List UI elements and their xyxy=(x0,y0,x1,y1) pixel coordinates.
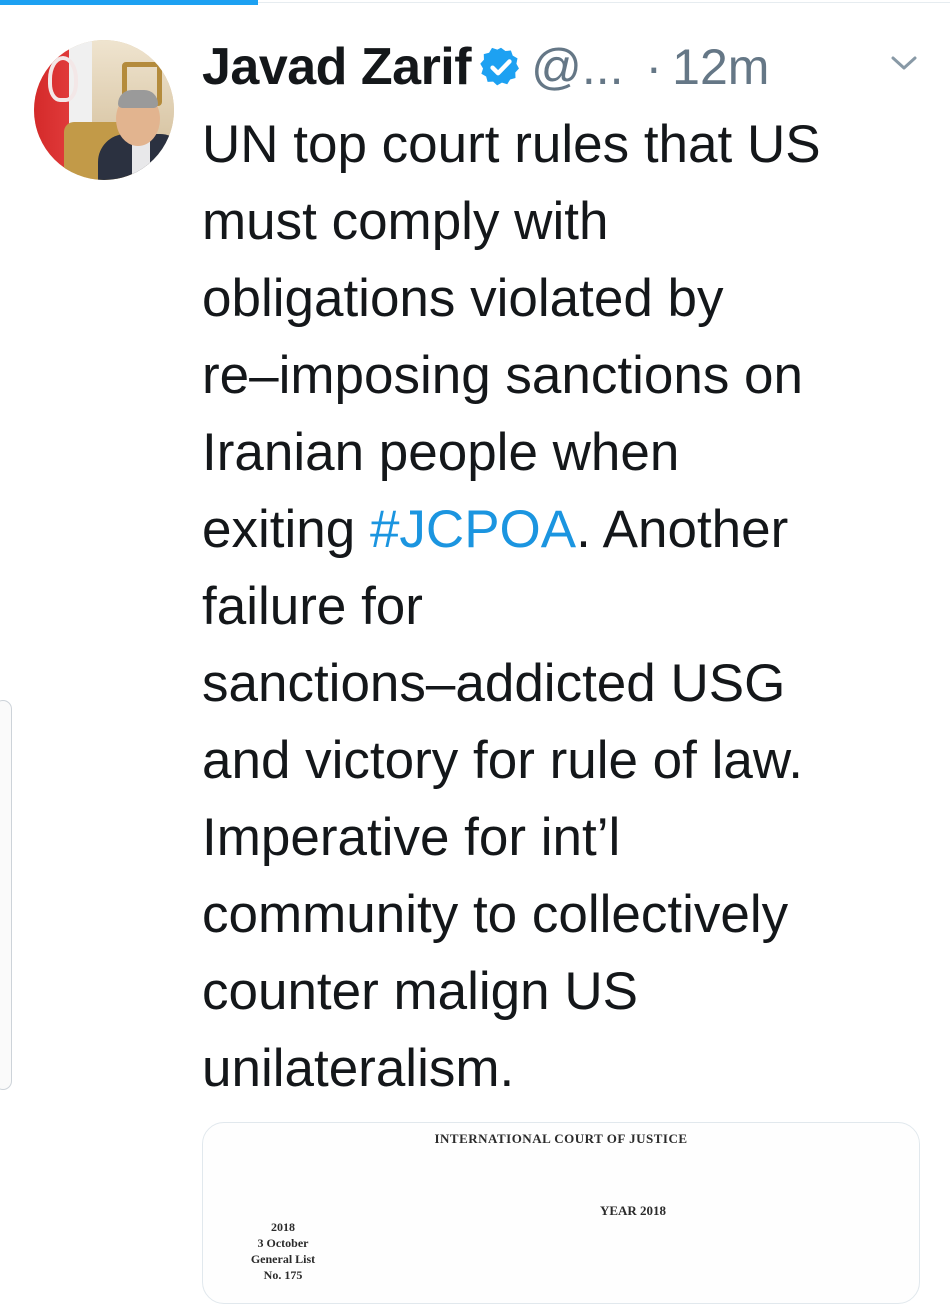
hashtag-link[interactable]: #JCPOA xyxy=(370,500,576,559)
tweet-text-line: failure for xyxy=(202,577,423,636)
author-handle[interactable]: @... xyxy=(531,38,623,96)
tweet-text-segment: exiting xyxy=(202,500,370,559)
verified-badge-icon xyxy=(479,45,523,89)
top-progress-bar xyxy=(0,0,258,5)
header-separator: · xyxy=(645,39,663,95)
avatar-flag-emblem xyxy=(48,56,78,102)
document-year: YEAR 2018 xyxy=(599,1203,667,1218)
tweet-text-line: must comply with xyxy=(202,192,609,251)
side-drawer-handle[interactable] xyxy=(0,700,12,1090)
chevron-down-icon[interactable] xyxy=(888,52,920,74)
avatar[interactable] xyxy=(34,40,174,180)
document-meta-line: 3 October xyxy=(257,1236,309,1250)
tweet-text-segment: . Another xyxy=(576,500,789,559)
tweet-text-line: obligations violated by xyxy=(202,269,724,328)
document-meta-line: General List xyxy=(250,1252,316,1266)
tweet-timestamp[interactable]: 12m xyxy=(672,38,769,96)
tweet-text-line: Imperative for int’l xyxy=(202,808,621,867)
tweet-header: Javad Zarif @... · 12m xyxy=(202,34,769,100)
tweet-media-card[interactable]: INTERNATIONAL COURT OF JUSTICE YEAR 2018… xyxy=(202,1122,920,1304)
document-meta: 2018 3 October General List No. 175 xyxy=(233,1219,333,1283)
avatar-person-hair xyxy=(118,90,158,108)
tweet-text-line: counter malign US xyxy=(202,962,638,1021)
tweet-text-line-hashtag: exiting #JCPOA. Another xyxy=(202,491,942,568)
tweet-text-line: sanctions–addicted USG xyxy=(202,654,786,713)
tweet-text-line: unilateralism. xyxy=(202,1039,515,1098)
tweet-text-line: re–imposing sanctions on xyxy=(202,346,804,405)
document-meta-line: No. 175 xyxy=(263,1268,303,1282)
tweet-text-line: and victory for rule of law. xyxy=(202,731,803,790)
document-title: INTERNATIONAL COURT OF JUSTICE xyxy=(434,1131,688,1146)
tweet-text-line: Iranian people when xyxy=(202,423,680,482)
avatar-person-shirt xyxy=(132,140,150,180)
tweet-text-line: community to collectively xyxy=(202,885,789,944)
top-divider xyxy=(258,2,950,3)
document-meta-line: 2018 xyxy=(271,1220,295,1234)
author-name[interactable]: Javad Zarif xyxy=(202,37,472,97)
tweet-text: UN top court rules that US must comply w… xyxy=(202,106,942,1107)
tweet-text-line: UN top court rules that US xyxy=(202,115,821,174)
